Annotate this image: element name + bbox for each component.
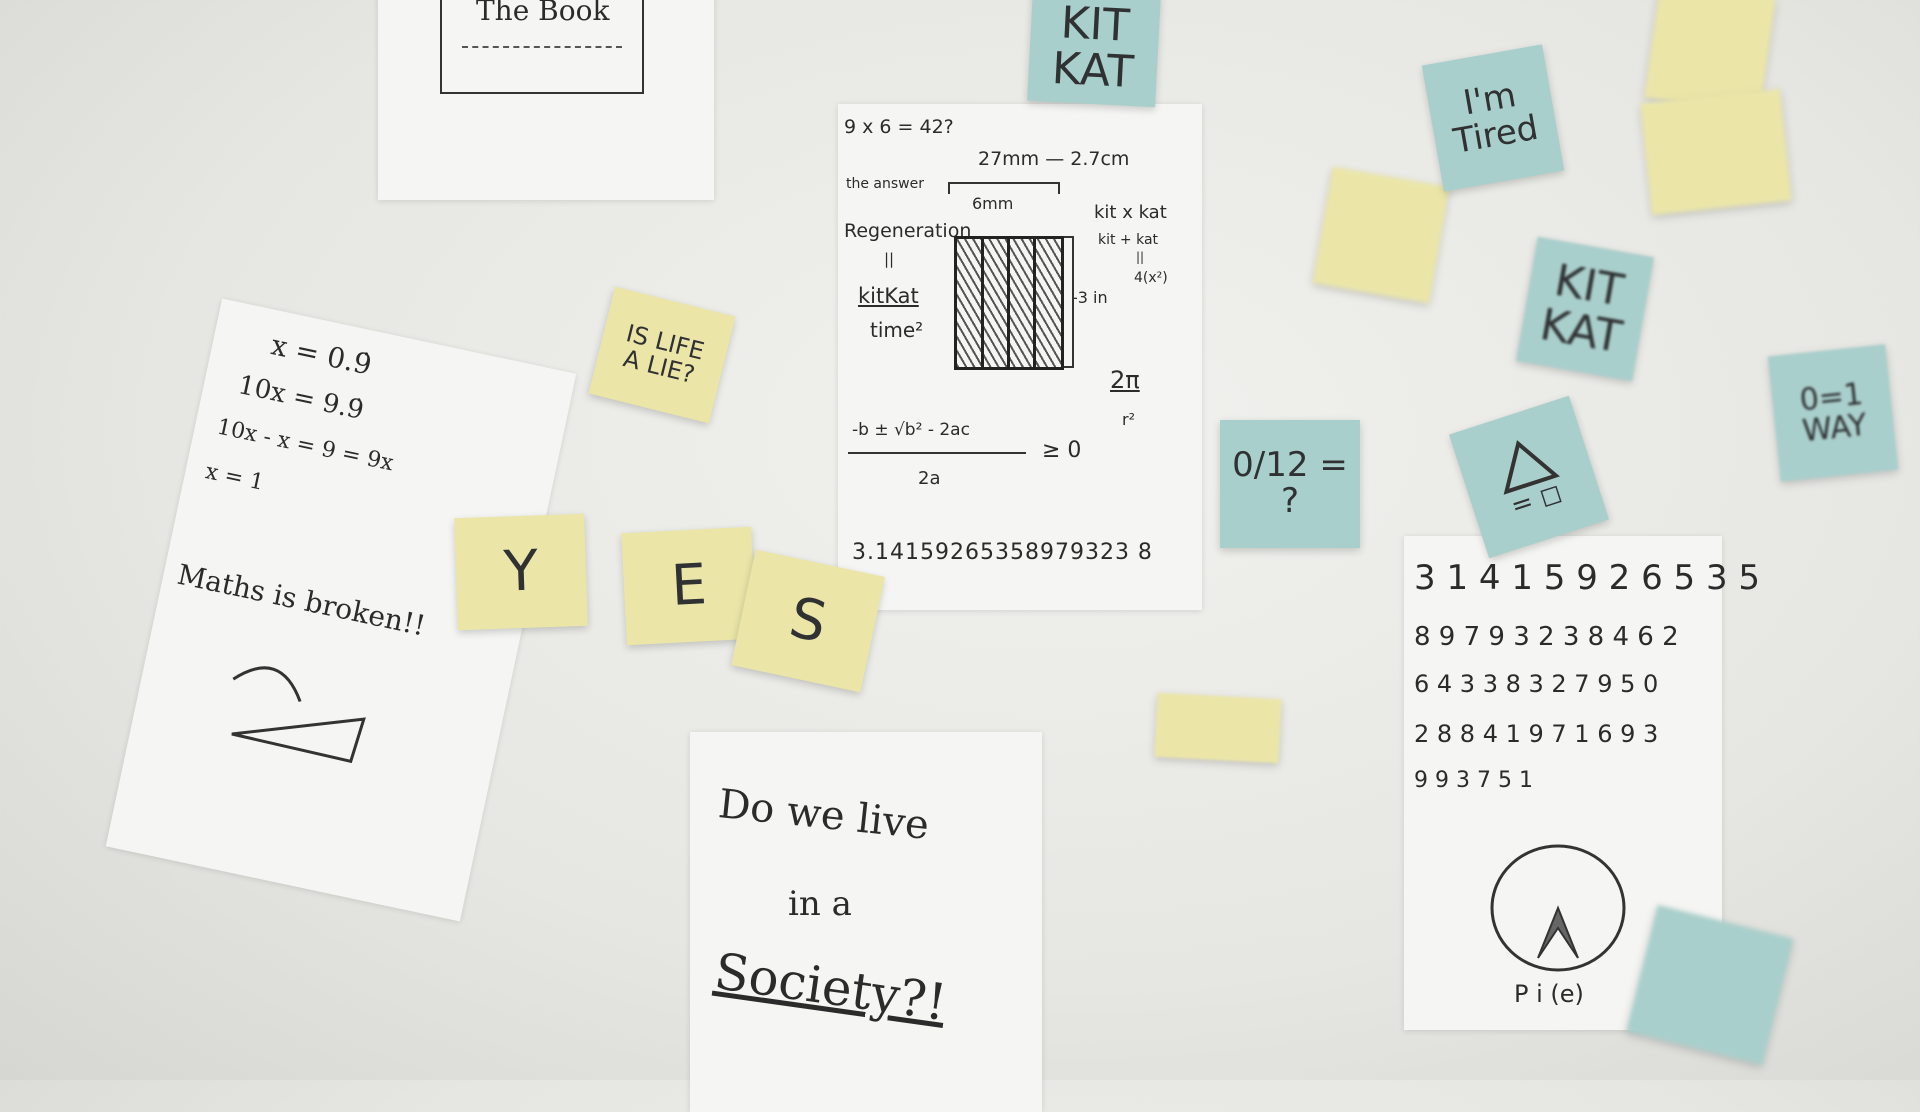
top-paper: The Book — [378, 0, 714, 200]
text-dim-top: 27mm — 2.7cm — [978, 148, 1130, 170]
sticky-top-yellow-3 — [1640, 88, 1792, 216]
bottom-paper: Do we live in a Society?! — [690, 732, 1042, 1112]
text-bottom-line1: Do we live — [716, 781, 932, 849]
text-right-row4: 2 8 8 4 1 9 7 1 6 9 3 — [1414, 720, 1659, 748]
fraction-line — [848, 452, 1026, 454]
text-kitkat: kitKat — [858, 284, 919, 308]
text-eq-sign: || — [884, 250, 895, 268]
text-left-line2: 10x = 9.9̇ — [235, 370, 367, 426]
text-pi: 3.14159265358979323 8 — [852, 540, 1153, 565]
text-kxk: kit x kat — [1094, 202, 1167, 223]
pie-drawing — [1490, 844, 1626, 972]
book-frame-text: The Book — [476, 0, 610, 27]
text-three-in: -3 in — [1072, 288, 1108, 307]
text-geq: ≥ 0 — [1042, 438, 1082, 463]
text-four: 4(x²) — [1134, 270, 1168, 286]
sticky-small-blurred — [1154, 692, 1282, 764]
text-eq2: || — [1136, 250, 1145, 264]
text-right-row5: 9 9 3 7 5 1 — [1414, 768, 1533, 793]
sticky-im-tired: I'm Tired — [1421, 44, 1565, 192]
text-kpk: kit + kat — [1098, 232, 1159, 248]
sticky-y: Y — [454, 513, 588, 631]
text-left-line1: x = 0.9̇ — [268, 328, 375, 382]
triangle-drawing — [231, 666, 366, 764]
sticky-bottom-right-blue — [1626, 904, 1794, 1066]
text-right-caption: P i (e) — [1514, 980, 1584, 1008]
sticky-kitkat-right: KIT KAT — [1515, 236, 1655, 382]
book-frame: The Book — [440, 0, 644, 94]
text-bottom-line2: in a — [788, 884, 852, 924]
text-bottom-line3: Society?! — [711, 942, 951, 1032]
text-right-row3: 6 4 3 3 8 3 2 7 9 5 0 — [1414, 670, 1659, 698]
sticky-delta: = ◻ — [1448, 395, 1610, 559]
sticky-e: E — [621, 526, 757, 646]
text-regen: Regeneration — [844, 220, 972, 242]
text-time: time² — [870, 318, 924, 342]
kitkat-bar-drawing — [954, 236, 1064, 370]
text-answer: the answer — [846, 176, 924, 192]
sticky-top-yellow-1 — [1312, 166, 1450, 304]
text-quad-bot: 2a — [918, 468, 941, 489]
text-left-line5: Maths is broken!! — [174, 557, 429, 643]
text-dim-mid: 6mm — [972, 194, 1014, 213]
text-two-pi: 2π — [1110, 366, 1140, 394]
center-paper: 9 x 6 = 42? the answer 27mm — 2.7cm 6mm … — [838, 104, 1202, 610]
text-quad-top: -b ± √b² - 2ac — [852, 420, 970, 440]
text-right-row1: 3 1 4 1 5 9 2 6 5 3 5 — [1414, 558, 1761, 598]
sticky-kitkat-top: KIT KAT — [1027, 0, 1161, 108]
frame-dashes — [462, 46, 622, 48]
sticky-zero-twelve: 0/12 = ? — [1220, 420, 1360, 548]
brace-top — [948, 182, 1060, 194]
text-eq1: 9 x 6 = 42? — [844, 116, 954, 138]
text-right-row2: 8 9 7 9 3 2 3 8 4 6 2 — [1414, 622, 1679, 652]
sticky-is-life: IS LIFE A LIE? — [588, 286, 736, 424]
text-r2: r² — [1122, 410, 1135, 429]
brace-right — [1064, 236, 1074, 368]
text-left-line4: x = 1 — [203, 459, 267, 496]
sticky-zero-one: 0=1 WAY — [1767, 344, 1899, 482]
